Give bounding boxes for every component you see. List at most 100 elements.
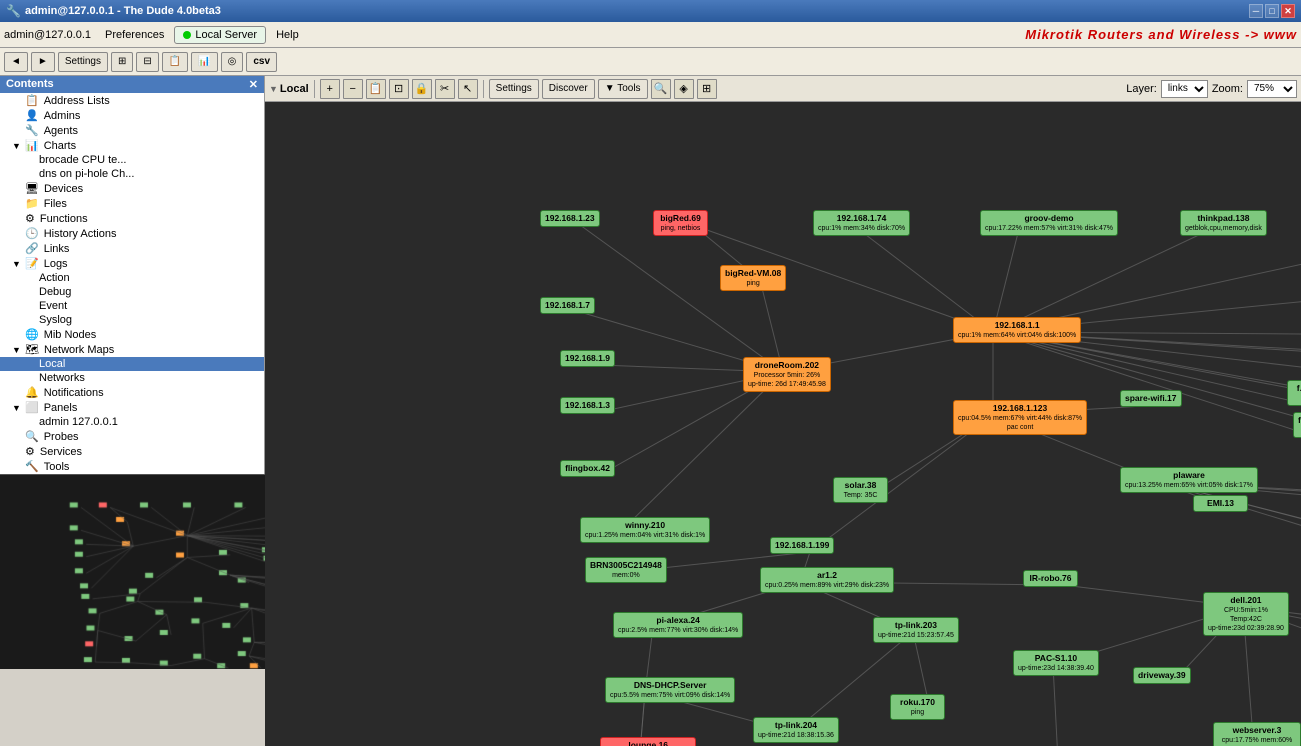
- sidebar-item-admin127001[interactable]: ▶admin 127.0.0.1: [0, 415, 264, 429]
- network-node-n26[interactable]: plawarecpu:13.25% mem:65% virt:05% disk:…: [1120, 467, 1258, 493]
- sidebar-item-logs[interactable]: ▼📝Logs: [0, 256, 264, 271]
- back-button[interactable]: ◄: [4, 52, 28, 72]
- map-local-label: Local: [280, 83, 309, 95]
- toolbar-btn-5[interactable]: ◎: [221, 52, 244, 72]
- network-node-n33[interactable]: EMI.13: [1193, 495, 1248, 512]
- network-node-n1[interactable]: 192.168.1.23: [540, 210, 600, 227]
- settings-button[interactable]: Settings: [58, 52, 108, 72]
- sidebar-item-functions[interactable]: ▶⚙Functions: [0, 211, 264, 226]
- sidebar-item-addresslists[interactable]: ▶📋Address Lists: [0, 93, 264, 108]
- sidebar-item-admins[interactable]: ▶👤Admins: [0, 108, 264, 123]
- network-node-n42[interactable]: pi-alexa.24cpu:2.5% mem:77% virt:30% dis…: [613, 612, 743, 638]
- sidebar-item-files[interactable]: ▶📁Files: [0, 196, 264, 211]
- network-node-n12[interactable]: 192.168.1.1cpu:1% mem:64% virt:04% disk:…: [953, 317, 1081, 343]
- network-node-n39[interactable]: IR-robo.76: [1023, 570, 1078, 587]
- network-node-n37[interactable]: BRN3005C214948mem:0%: [585, 557, 667, 583]
- network-node-n20[interactable]: f.iPhone.71ping: [1293, 412, 1301, 438]
- network-node-n3[interactable]: 192.168.1.74cpu:1% mem:34% disk:70%: [813, 210, 910, 236]
- network-node-n48[interactable]: DNS-DHCP.Servercpu:5.5% mem:75% virt:09%…: [605, 677, 735, 703]
- network-node-n25[interactable]: flingbox.42: [560, 460, 615, 477]
- toolbar-btn-2[interactable]: ⊟: [136, 52, 158, 72]
- toolbar-btn-6[interactable]: csv: [246, 52, 277, 72]
- network-node-n18[interactable]: 192.168.1.123cpu:04.5% mem:67% virt:44% …: [953, 400, 1087, 435]
- network-node-n45[interactable]: driveway.39: [1133, 667, 1191, 684]
- close-button[interactable]: ✕: [1281, 4, 1295, 18]
- network-node-n54[interactable]: lounge.16ping, ftp, pac conf, per, man: [600, 737, 696, 746]
- add-node-button[interactable]: +: [320, 79, 340, 99]
- tools-dropdown-button[interactable]: ▼ Tools: [598, 79, 648, 99]
- cursor-button[interactable]: ↖: [458, 79, 478, 99]
- remove-node-button[interactable]: −: [343, 79, 363, 99]
- sidebar-item-historyactions[interactable]: ▶🕒History Actions: [0, 226, 264, 241]
- map-canvas[interactable]: 192.168.1.23 bigRed.69ping, netbios 192.16…: [265, 102, 1301, 746]
- help-menu[interactable]: Help: [268, 27, 307, 43]
- discover-button[interactable]: Discover: [542, 79, 595, 99]
- sidebar-item-dnsonpiholech[interactable]: ▶dns on pi-hole Ch...: [0, 167, 264, 181]
- forward-button[interactable]: ►: [31, 52, 55, 72]
- network-node-n44[interactable]: PAC-S1.10up-time:23d 14:38:39.40: [1013, 650, 1099, 676]
- sidebar-item-event[interactable]: ▶Event: [0, 299, 264, 313]
- sidebar-item-devices[interactable]: ▶🖥Devices: [0, 181, 264, 196]
- link-button[interactable]: ✂: [435, 79, 455, 99]
- minimize-button[interactable]: ─: [1249, 4, 1263, 18]
- network-node-n8[interactable]: bigRed-VM.08ping: [720, 265, 786, 291]
- network-node-n53[interactable]: tp-link.204up-time:21d 18:38:15.36: [753, 717, 839, 743]
- copy-button[interactable]: 📋: [366, 79, 386, 99]
- toolbar-btn-1[interactable]: ⊞: [111, 52, 133, 72]
- maximize-button[interactable]: □: [1265, 4, 1279, 18]
- sidebar-container: Contents ✕ ▶📋Address Lists▶👤Admins▶🔧Agen…: [0, 76, 265, 746]
- network-node-n28[interactable]: 192.168.1.199: [770, 537, 834, 554]
- map-settings-button[interactable]: Settings: [489, 79, 539, 99]
- network-node-n19[interactable]: spare-wifi.17: [1120, 390, 1182, 407]
- search-button[interactable]: 🔍: [651, 79, 671, 99]
- network-node-n5[interactable]: thinkpad.138getblok,cpu,memory,disk: [1180, 210, 1267, 236]
- sidebar-item-debug[interactable]: ▶Debug: [0, 285, 264, 299]
- lock-button[interactable]: 🔒: [412, 79, 432, 99]
- sidebar-item-probes[interactable]: ▶🔍Probes: [0, 429, 264, 444]
- grid-button[interactable]: ⊡: [389, 79, 409, 99]
- admin-label: admin@127.0.0.1: [4, 29, 91, 41]
- network-node-n49[interactable]: roku.170ping: [890, 694, 945, 720]
- title-bar-controls[interactable]: ─ □ ✕: [1249, 4, 1295, 18]
- sidebar-item-networks[interactable]: ▶Networks: [0, 371, 264, 385]
- layer-select[interactable]: links: [1161, 80, 1208, 98]
- network-node-n40[interactable]: dell.201CPU:5min:1% Temp:42C up-time:23d…: [1203, 592, 1289, 636]
- sidebar-item-panels[interactable]: ▼⬜Panels: [0, 400, 264, 415]
- network-node-n29[interactable]: winny.210cpu:1.25% mem:04% virt:31% disk…: [580, 517, 710, 543]
- node-title: 192.168.1.123: [958, 403, 1082, 414]
- node-info: cpu:2.5% mem:77% virt:30% disk:14%: [618, 626, 738, 635]
- sidebar-item-action[interactable]: ▶Action: [0, 271, 264, 285]
- sidebar-item-syslog[interactable]: ▶Syslog: [0, 313, 264, 327]
- sidebar-item-notifications[interactable]: ▶🔔Notifications: [0, 385, 264, 400]
- sidebar-item-mibnodes[interactable]: ▶🌐Mib Nodes: [0, 327, 264, 342]
- zoom-select[interactable]: 75% 100% 50%: [1247, 80, 1297, 98]
- network-node-n27[interactable]: solar.38Temp: 35C: [833, 477, 888, 503]
- network-node-n17[interactable]: 192.168.1.3: [560, 397, 615, 414]
- sidebar-item-tools[interactable]: ▶🔨Tools: [0, 459, 264, 474]
- sidebar-item-networkmaps[interactable]: ▼🗺Network Maps: [0, 342, 264, 357]
- sidebar-item-charts[interactable]: ▼📊Charts: [0, 138, 264, 153]
- network-node-n7[interactable]: 192.168.1.7: [540, 297, 595, 314]
- network-node-n11[interactable]: droneRoom.202Processor 5min: 26% up-time…: [743, 357, 831, 392]
- sidebar-item-brocadecpute[interactable]: ▶brocade CPU te...: [0, 153, 264, 167]
- sidebar-item-agents[interactable]: ▶🔧Agents: [0, 123, 264, 138]
- tree-icon: 🔧: [25, 124, 39, 137]
- network-view-button[interactable]: ◈: [674, 79, 694, 99]
- local-server-button[interactable]: Local Server: [174, 26, 266, 44]
- node-title: solar.38: [838, 480, 883, 491]
- network-node-n38[interactable]: ar1.2cpu:0.25% mem:89% virt:29% disk:23%: [760, 567, 894, 593]
- sidebar-item-services[interactable]: ▶⚙Services: [0, 444, 264, 459]
- network-node-n43[interactable]: tp-link.203up-time:21d 15:23:57.45: [873, 617, 959, 643]
- preferences-menu[interactable]: Preferences: [97, 27, 172, 43]
- sidebar-item-links[interactable]: ▶🔗Links: [0, 241, 264, 256]
- network-node-n4[interactable]: groov-democpu:17.22% mem:57% virt:31% di…: [980, 210, 1118, 236]
- grid-view-button[interactable]: ⊞: [697, 79, 717, 99]
- toolbar-btn-4[interactable]: 📊: [191, 52, 217, 72]
- sidebar-item-local[interactable]: ▶Local: [0, 357, 264, 371]
- network-node-n2[interactable]: bigRed.69ping, netbios: [653, 210, 708, 236]
- toolbar-btn-3[interactable]: 📋: [162, 52, 188, 72]
- network-node-n24[interactable]: f.iPod.70ping: [1287, 380, 1301, 406]
- network-node-n50[interactable]: webserver.3cpu:17.75% mem:60% virt:30% d…: [1213, 722, 1301, 746]
- sidebar-close-icon[interactable]: ✕: [249, 78, 258, 91]
- network-node-n10[interactable]: 192.168.1.9: [560, 350, 615, 367]
